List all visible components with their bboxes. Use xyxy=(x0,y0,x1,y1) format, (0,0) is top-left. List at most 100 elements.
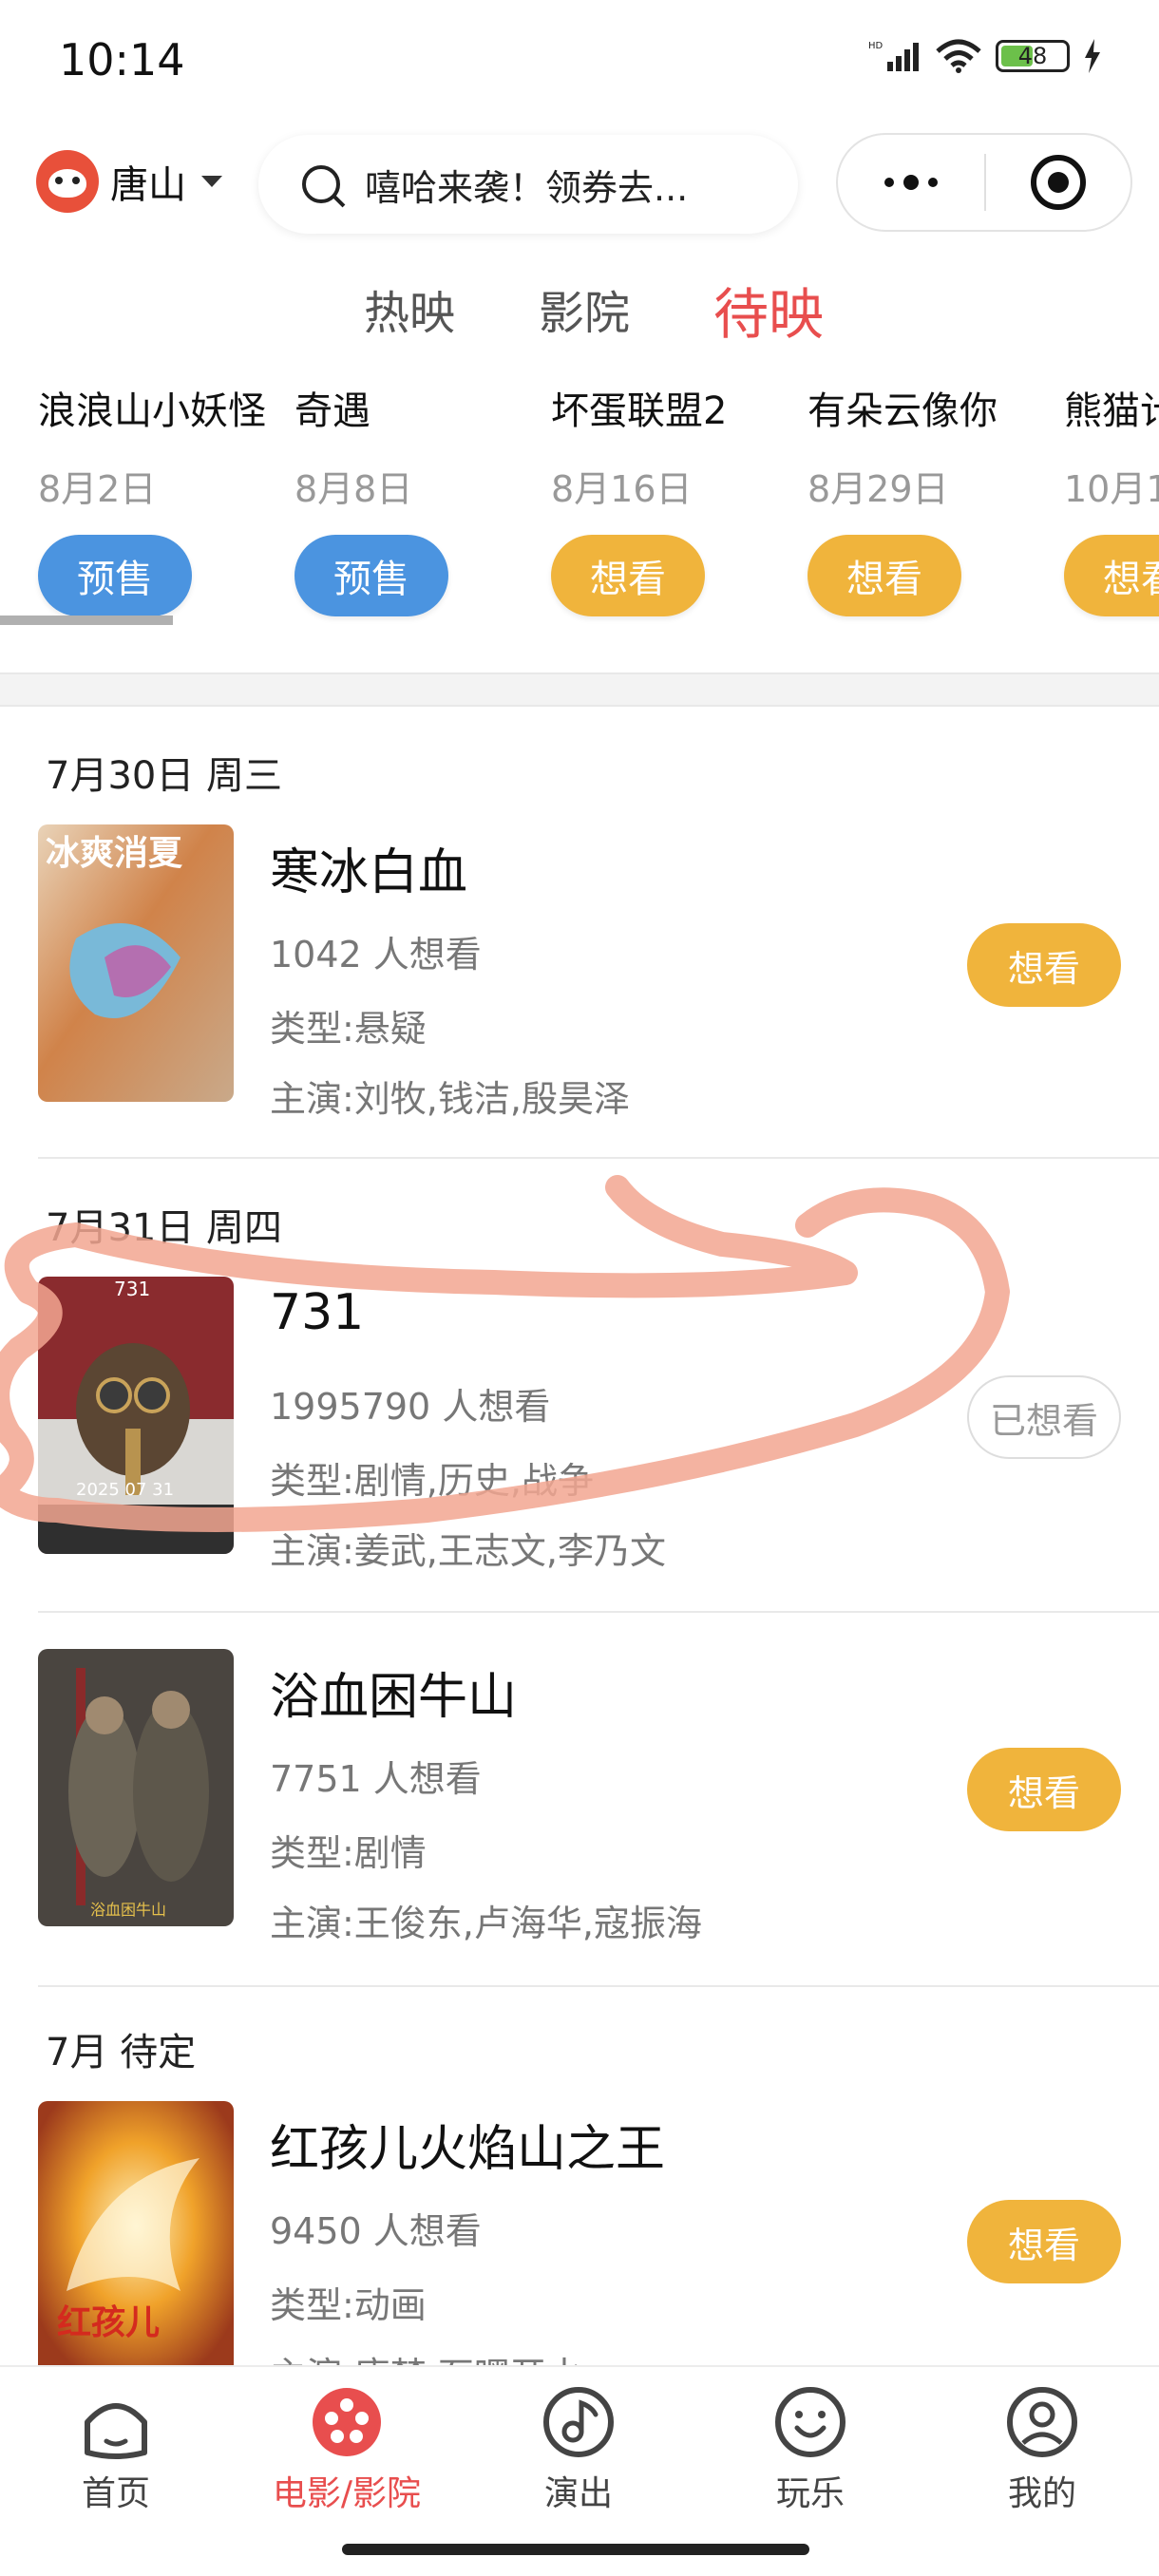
movie-title: 浴血困牛山 xyxy=(270,1669,518,1726)
nav-label: 首页 xyxy=(81,2474,150,2513)
movie-title: 731 xyxy=(270,1284,365,1341)
movie-title: 寒冰白血 xyxy=(270,844,468,901)
movie-row[interactable]: 冰爽消夏 寒冰白血 1042 人想看 类型:悬疑 主演:刘牧,钱洁,殷昊泽 想看 xyxy=(0,824,1159,1120)
want-button[interactable]: 想看 xyxy=(551,535,705,616)
nav-label: 玩乐 xyxy=(775,2474,845,2513)
want-button[interactable]: 想看 xyxy=(967,1748,1121,1831)
want-button[interactable]: 想看 xyxy=(808,535,961,616)
strip-date: 8月16日 xyxy=(551,468,693,510)
poster-caption: 红孩儿 xyxy=(57,2303,160,2342)
strip-item[interactable]: 奇遇 8月8日 预售 xyxy=(294,380,551,616)
strip-date: 8月8日 xyxy=(294,468,413,510)
wanted-button[interactable]: 已想看 xyxy=(967,1375,1121,1459)
home-indicator[interactable] xyxy=(342,2544,809,2555)
signal-icon: HD xyxy=(868,41,919,71)
nav-shows[interactable]: 演出 xyxy=(488,2384,669,2515)
bottom-navigation: 首页 电影/影院 演出 玩乐 我的 xyxy=(0,2365,1159,2576)
miniapp-capsule xyxy=(836,133,1132,232)
user-icon xyxy=(1004,2384,1080,2460)
section-separator xyxy=(0,672,1159,707)
movie-title: 红孩儿火焰山之王 xyxy=(270,2121,666,2178)
charging-icon xyxy=(1085,39,1100,73)
date-header: 7月31日 周四 xyxy=(46,1206,283,1250)
want-count: 7751 人想看 xyxy=(270,1758,482,1800)
want-button[interactable]: 想看 xyxy=(967,923,1121,1007)
want-button[interactable]: 想看 xyxy=(1064,535,1159,616)
strip-date: 8月2日 xyxy=(38,468,157,510)
movie-row[interactable]: 红孩儿 红孩儿火焰山之王 9450 人想看 类型:动画 主演:唐梦,石嘿开水 想… xyxy=(0,2101,1159,2396)
strip-date: 10月1 xyxy=(1064,468,1159,510)
music-note-icon xyxy=(541,2384,617,2460)
cat-logo-icon xyxy=(36,150,99,213)
battery-icon: 48 xyxy=(996,40,1070,72)
city-selector[interactable]: 唐山 xyxy=(36,150,222,213)
caret-down-icon xyxy=(201,176,222,187)
nav-mine[interactable]: 我的 xyxy=(952,2384,1132,2515)
system-icons: HD 48 xyxy=(868,38,1102,74)
want-count: 9450 人想看 xyxy=(270,2210,482,2252)
strip-date: 8月29日 xyxy=(808,468,949,510)
svg-text:HD: HD xyxy=(868,41,884,51)
want-count: 1995790 人想看 xyxy=(270,1386,551,1428)
movie-cast: 主演:姜武,王志文,李乃文 xyxy=(270,1530,666,1572)
poster-caption: 冰爽消夏 xyxy=(46,833,183,873)
presale-button[interactable]: 预售 xyxy=(38,535,192,616)
strip-item[interactable]: 有朵云像你 8月29日 想看 xyxy=(808,380,1064,616)
status-bar: 10:14 HD 48 xyxy=(0,0,1159,123)
wifi-icon xyxy=(936,39,981,73)
close-miniapp-button[interactable] xyxy=(986,155,1130,210)
movie-poster[interactable]: 红孩儿 xyxy=(38,2101,234,2378)
city-name: 唐山 xyxy=(110,163,186,207)
movie-cast: 主演:刘牧,钱洁,殷昊泽 xyxy=(270,1078,630,1120)
movie-genre: 类型:剧情 xyxy=(270,1832,427,1874)
strip-title: 奇遇 xyxy=(294,389,370,433)
movie-cast: 主演:王俊东,卢海华,寇振海 xyxy=(270,1903,702,1944)
more-button[interactable] xyxy=(838,135,984,230)
nav-home[interactable]: 首页 xyxy=(26,2384,206,2515)
category-tabs: 热映 影院 待映 xyxy=(0,275,1159,350)
movie-genre: 类型:剧情,历史,战争 xyxy=(270,1460,594,1502)
poster-date: 2025 07 31 xyxy=(76,1480,174,1500)
nav-fun[interactable]: 玩乐 xyxy=(720,2384,901,2515)
divider xyxy=(38,1611,1159,1613)
search-placeholder: 嘻哈来袭！领券去... xyxy=(365,166,689,209)
tab-coming-soon[interactable]: 待映 xyxy=(713,270,824,350)
nav-label: 演出 xyxy=(543,2474,613,2513)
search-box[interactable]: 嘻哈来袭！领券去... xyxy=(258,135,798,234)
movie-poster[interactable]: 冰爽消夏 xyxy=(38,824,234,1102)
tab-now-showing[interactable]: 热映 xyxy=(364,275,455,350)
strip-item[interactable]: 坏蛋联盟2 8月16日 想看 xyxy=(551,380,808,616)
nav-label: 电影/影院 xyxy=(272,2474,422,2513)
strip-title: 坏蛋联盟2 xyxy=(551,389,728,433)
divider xyxy=(38,1985,1159,1987)
status-time: 10:14 xyxy=(59,34,185,85)
strip-scrollbar[interactable] xyxy=(0,616,173,625)
want-button[interactable]: 想看 xyxy=(967,2200,1121,2283)
upcoming-strip[interactable]: 浪浪山小妖怪 8月2日 预售 奇遇 8月8日 预售 坏蛋联盟2 8月16日 想看… xyxy=(0,380,1159,627)
movie-poster[interactable]: 731 2025 07 31 xyxy=(38,1277,234,1554)
poster-caption: 浴血困牛山 xyxy=(90,1901,166,1919)
strip-item[interactable]: 熊猫计 10月1 想看 xyxy=(1064,380,1159,616)
strip-title: 熊猫计 xyxy=(1064,389,1159,433)
strip-item[interactable]: 浪浪山小妖怪 8月2日 预售 xyxy=(38,380,294,616)
nav-movies[interactable]: 电影/影院 xyxy=(256,2384,437,2515)
film-reel-icon xyxy=(309,2384,385,2460)
movie-row[interactable]: 浴血困牛山 浴血困牛山 7751 人想看 类型:剧情 主演:王俊东,卢海华,寇振… xyxy=(0,1649,1159,1944)
battery-level: 48 xyxy=(1017,43,1048,69)
smile-icon xyxy=(772,2384,848,2460)
movie-row[interactable]: 731 2025 07 31 731 1995790 人想看 类型:剧情,历史,… xyxy=(0,1277,1159,1572)
presale-button[interactable]: 预售 xyxy=(294,535,448,616)
tab-cinemas[interactable]: 影院 xyxy=(539,275,630,350)
divider xyxy=(38,1157,1159,1159)
strip-title: 有朵云像你 xyxy=(808,389,998,433)
target-icon xyxy=(1031,155,1086,210)
strip-title: 浪浪山小妖怪 xyxy=(38,389,266,433)
home-icon xyxy=(78,2384,154,2460)
want-count: 1042 人想看 xyxy=(270,934,482,975)
movie-genre: 类型:悬疑 xyxy=(270,1008,427,1050)
movie-genre: 类型:动画 xyxy=(270,2284,427,2326)
top-bar: 唐山 嘻哈来袭！领券去... xyxy=(0,131,1159,236)
date-header: 7月30日 周三 xyxy=(46,754,283,798)
nav-label: 我的 xyxy=(1007,2474,1076,2513)
movie-poster[interactable]: 浴血困牛山 xyxy=(38,1649,234,1926)
